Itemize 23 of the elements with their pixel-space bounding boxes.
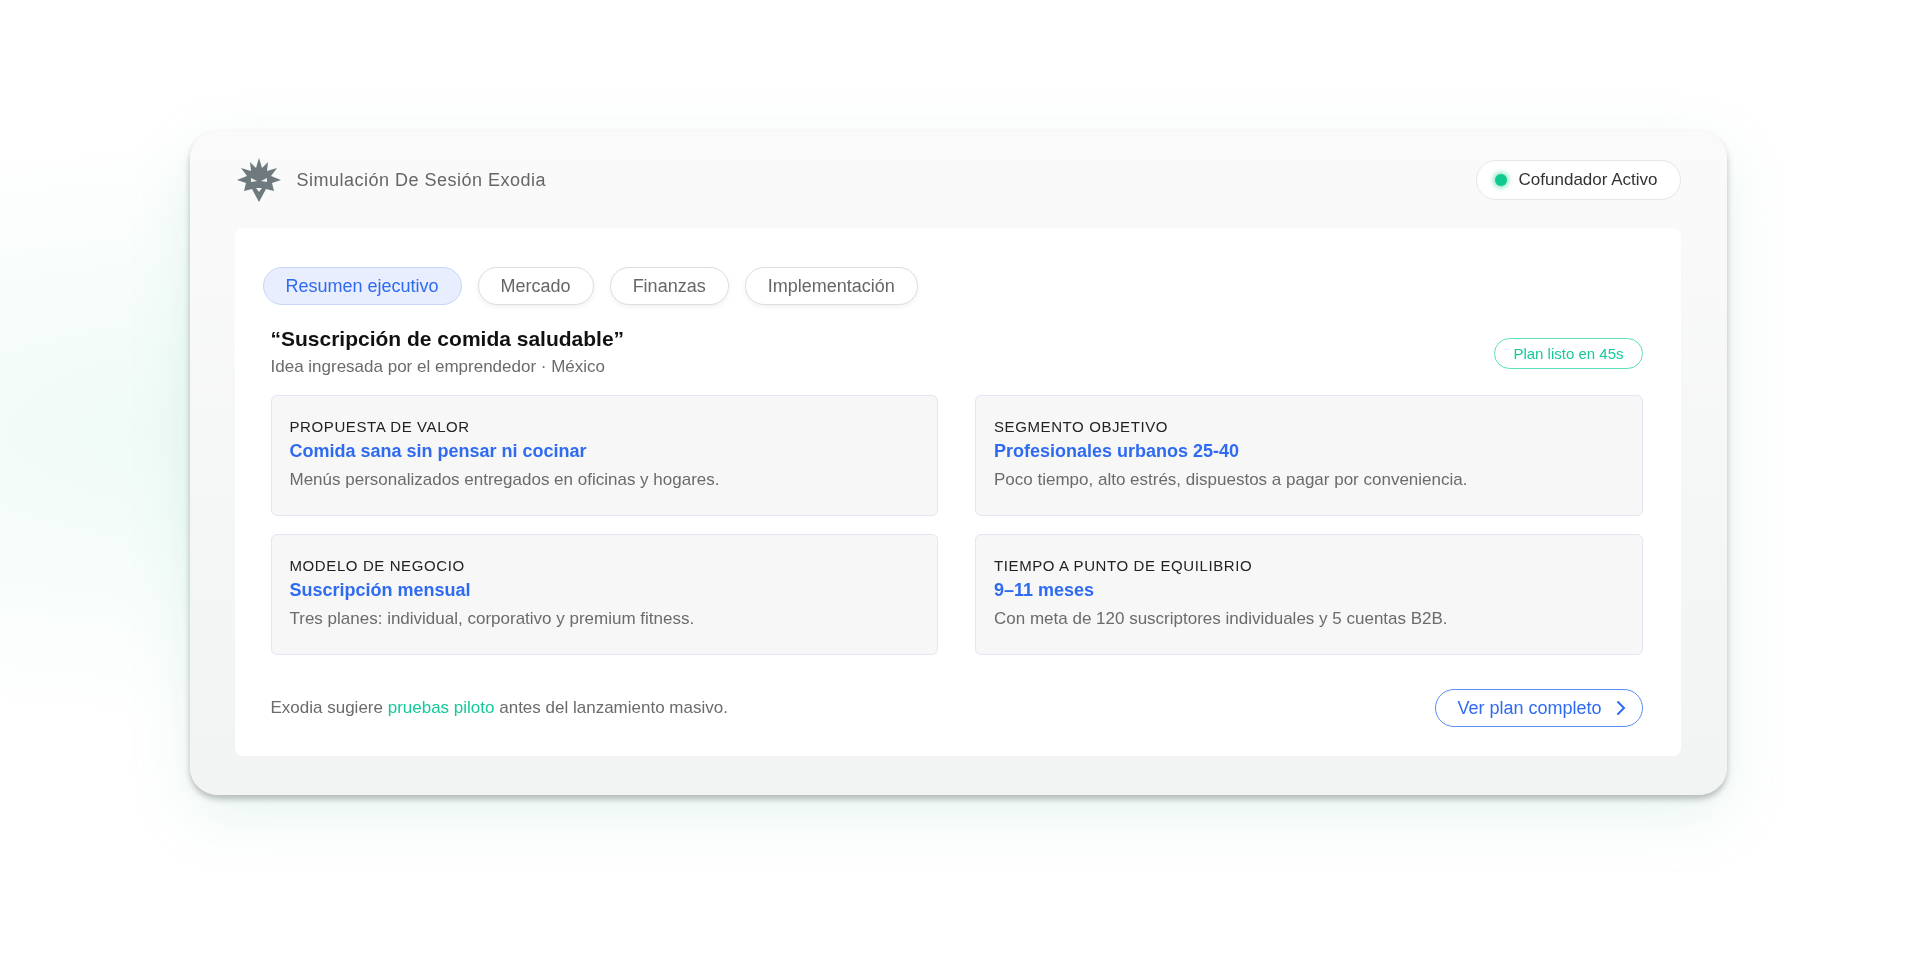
card-label: TIEMPO A PUNTO DE EQUILIBRIO	[994, 557, 1254, 574]
card-headline: Profesionales urbanos 25-40	[994, 441, 1241, 462]
card-headline: Comida sana sin pensar ni cocinar	[289, 441, 588, 462]
card-label: PROPUESTA DE VALOR	[289, 418, 471, 435]
card-label: SEGMENTO OBJETIVO	[994, 418, 1170, 435]
suggestion-text: Exodia sugiere pruebas piloto antes del lanzamiento masivo.	[270, 698, 728, 718]
chevron-right-icon	[1615, 700, 1626, 716]
card-detail: Menús personalizados entregados en oficinas y hogares.	[289, 470, 721, 490]
card-headline: Suscripción mensual	[289, 580, 472, 601]
idea-title: “Suscripción de comida saludable”	[270, 327, 625, 351]
card-headline: 9–11 meses	[994, 580, 1096, 601]
card-label: MODELO DE NEGOCIO	[289, 557, 466, 574]
status-label: Cofundador Activo	[1518, 170, 1658, 190]
tab[interactable]: Mercado	[477, 267, 594, 305]
tab[interactable]: Resumen ejecutivo	[262, 267, 462, 305]
card-detail: Poco tiempo, alto estrés, dispuestos a pagar por conveniencia.	[994, 470, 1469, 490]
window-title: Simulación De Sesión Exodia	[296, 169, 548, 191]
idea-subtitle: Idea ingresada por el emprendedor · México	[270, 357, 607, 377]
view-plan-button[interactable]: Ver plan completo	[1435, 689, 1643, 727]
card-detail: Con meta de 120 suscriptores individuales y 5 cuentas B2B.	[994, 609, 1449, 629]
tab[interactable]: Implementación	[744, 267, 918, 305]
card-detail: Tres planes: individual, corporativo y premium fitness.	[289, 609, 696, 629]
tab[interactable]: Finanzas	[609, 267, 729, 305]
